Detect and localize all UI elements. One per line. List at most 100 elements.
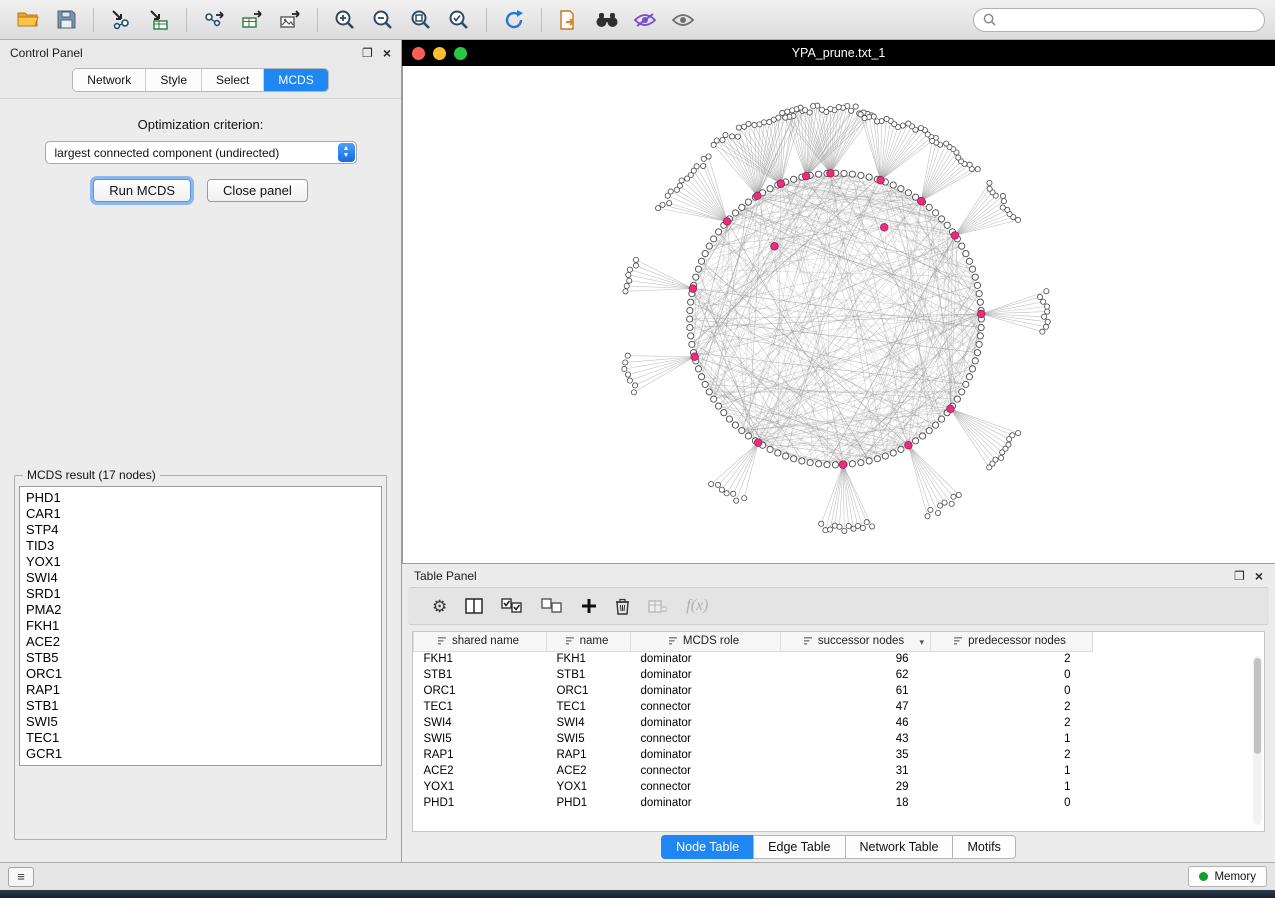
network-canvas[interactable]	[402, 66, 1275, 563]
mcds-result-list[interactable]: PHD1CAR1STP4TID3YOX1SWI4SRD1PMA2FKH1ACE2…	[19, 486, 382, 766]
close-panel-icon[interactable]: ×	[383, 46, 391, 60]
mcds-result-item[interactable]: RAP1	[26, 682, 375, 698]
search-binoculars-button[interactable]	[589, 5, 625, 35]
table-toolbar: ⚙	[408, 587, 1269, 625]
table-cell: 62	[781, 667, 931, 683]
mcds-result-item[interactable]: STB1	[26, 698, 375, 714]
export-network-button[interactable]	[196, 5, 232, 35]
apply-layout-button[interactable]	[496, 5, 532, 35]
close-table-panel-icon[interactable]: ×	[1255, 569, 1263, 583]
create-column-icon[interactable]	[581, 594, 597, 618]
memory-button[interactable]: Memory	[1188, 866, 1267, 887]
table-row[interactable]: PHD1PHD1dominator180	[414, 795, 1093, 811]
table-cell: dominator	[631, 651, 781, 667]
unselect-all-columns-icon[interactable]	[541, 594, 563, 618]
table-cell: 2	[931, 699, 1093, 715]
table-cell: 61	[781, 683, 931, 699]
tab-network[interactable]: Network	[73, 69, 146, 91]
mcds-result-item[interactable]: ORC1	[26, 666, 375, 682]
tab-mcds[interactable]: MCDS	[264, 69, 327, 91]
table-cell: 18	[781, 795, 931, 811]
show-columns-icon[interactable]	[465, 594, 483, 618]
mcds-result-item[interactable]: YOX1	[26, 554, 375, 570]
mcds-result-item[interactable]: SWI5	[26, 714, 375, 730]
criterion-select[interactable]: largest connected component (undirected)…	[45, 141, 357, 164]
table-row[interactable]: TEC1TEC1connector472	[414, 699, 1093, 715]
mcds-result-item[interactable]: FKH1	[26, 618, 375, 634]
show-all-button[interactable]	[665, 5, 701, 35]
import-table-button[interactable]	[141, 5, 177, 35]
hide-selected-button[interactable]	[627, 5, 663, 35]
mcds-result-item[interactable]: TEC1	[26, 730, 375, 746]
table-cell: connector	[631, 731, 781, 747]
save-session-button[interactable]	[48, 5, 84, 35]
table-scrollbar[interactable]	[1253, 656, 1262, 825]
select-all-columns-icon[interactable]	[501, 594, 523, 618]
mcds-result-item[interactable]: PHD1	[26, 490, 375, 506]
tab-style[interactable]: Style	[146, 69, 202, 91]
table-row[interactable]: SWI5SWI5connector431	[414, 731, 1093, 747]
import-network-button[interactable]	[103, 5, 139, 35]
table-cell: SWI4	[547, 715, 631, 731]
export-image-button[interactable]	[272, 5, 308, 35]
mcds-result-item[interactable]: PMA2	[26, 602, 375, 618]
open-folder-icon	[17, 11, 39, 28]
tab-select[interactable]: Select	[202, 69, 264, 91]
table-row[interactable]: YOX1YOX1connector291	[414, 779, 1093, 795]
mcds-result-item[interactable]: TID3	[26, 538, 375, 554]
table-header-row: shared name name MCDS role successor nod…	[414, 632, 1093, 651]
mcds-result-item[interactable]: GCR1	[26, 746, 375, 762]
zoom-out-button[interactable]	[365, 5, 401, 35]
network-search-box[interactable]	[973, 8, 1265, 32]
tab-motifs[interactable]: Motifs	[952, 835, 1015, 859]
search-input[interactable]	[1002, 13, 1255, 27]
delete-column-icon[interactable]	[615, 594, 630, 618]
table-settings-gear-icon[interactable]: ⚙	[432, 594, 447, 618]
table-cell: 0	[931, 683, 1093, 699]
task-history-button[interactable]: ≡	[8, 867, 34, 887]
table-cell: PHD1	[547, 795, 631, 811]
table-cell: SWI5	[414, 731, 547, 747]
column-header-name[interactable]: name	[547, 632, 631, 651]
table-row[interactable]: FKH1FKH1dominator962	[414, 651, 1093, 667]
mcds-result-item[interactable]: SWI4	[26, 570, 375, 586]
column-header-mcds-role[interactable]: MCDS role	[631, 632, 781, 651]
column-header-successor-nodes[interactable]: successor nodes▾	[781, 632, 931, 651]
table-row[interactable]: RAP1RAP1dominator352	[414, 747, 1093, 763]
mcds-result-item[interactable]: CAR1	[26, 506, 375, 522]
mcds-result-item[interactable]: STP4	[26, 522, 375, 538]
apply-layout-icon	[503, 9, 525, 31]
share-network-button[interactable]	[551, 5, 587, 35]
float-table-panel-icon[interactable]: ❐	[1234, 570, 1245, 582]
mcds-result-item[interactable]: ACE2	[26, 634, 375, 650]
tab-network-table[interactable]: Network Table	[845, 835, 953, 859]
table-row[interactable]: SWI4SWI4dominator462	[414, 715, 1093, 731]
export-table-icon	[241, 10, 264, 30]
zoom-fit-button[interactable]	[403, 5, 439, 35]
table-row[interactable]: STB1STB1dominator620	[414, 667, 1093, 683]
table-row[interactable]: ACE2ACE2connector311	[414, 763, 1093, 779]
table-cell: SWI4	[414, 715, 547, 731]
mcds-result-item[interactable]: SRD1	[26, 586, 375, 602]
column-header-predecessor-nodes[interactable]: predecessor nodes	[931, 632, 1093, 651]
table-scrollbar-thumb[interactable]	[1254, 658, 1261, 754]
open-folder-button[interactable]	[10, 5, 46, 35]
network-view-window: YPA_prune.txt_1	[402, 40, 1275, 563]
table-cell: YOX1	[547, 779, 631, 795]
column-header-shared-name[interactable]: shared name	[414, 632, 547, 651]
run-mcds-button[interactable]: Run MCDS	[93, 179, 191, 202]
table-cell: FKH1	[414, 651, 547, 667]
close-panel-button[interactable]: Close panel	[207, 179, 308, 202]
table-cell: 0	[931, 667, 1093, 683]
table-row[interactable]: ORC1ORC1dominator610	[414, 683, 1093, 699]
export-table-button[interactable]	[234, 5, 270, 35]
zoom-in-button[interactable]	[327, 5, 363, 35]
network-window-titlebar[interactable]: YPA_prune.txt_1	[402, 40, 1275, 66]
float-panel-icon[interactable]: ❐	[362, 47, 373, 59]
mcds-result-item[interactable]: STB5	[26, 650, 375, 666]
tab-node-table[interactable]: Node Table	[661, 835, 753, 859]
table-cell: dominator	[631, 683, 781, 699]
zoom-selected-button[interactable]	[441, 5, 477, 35]
tab-edge-table[interactable]: Edge Table	[753, 835, 844, 859]
table-cell: ORC1	[414, 683, 547, 699]
